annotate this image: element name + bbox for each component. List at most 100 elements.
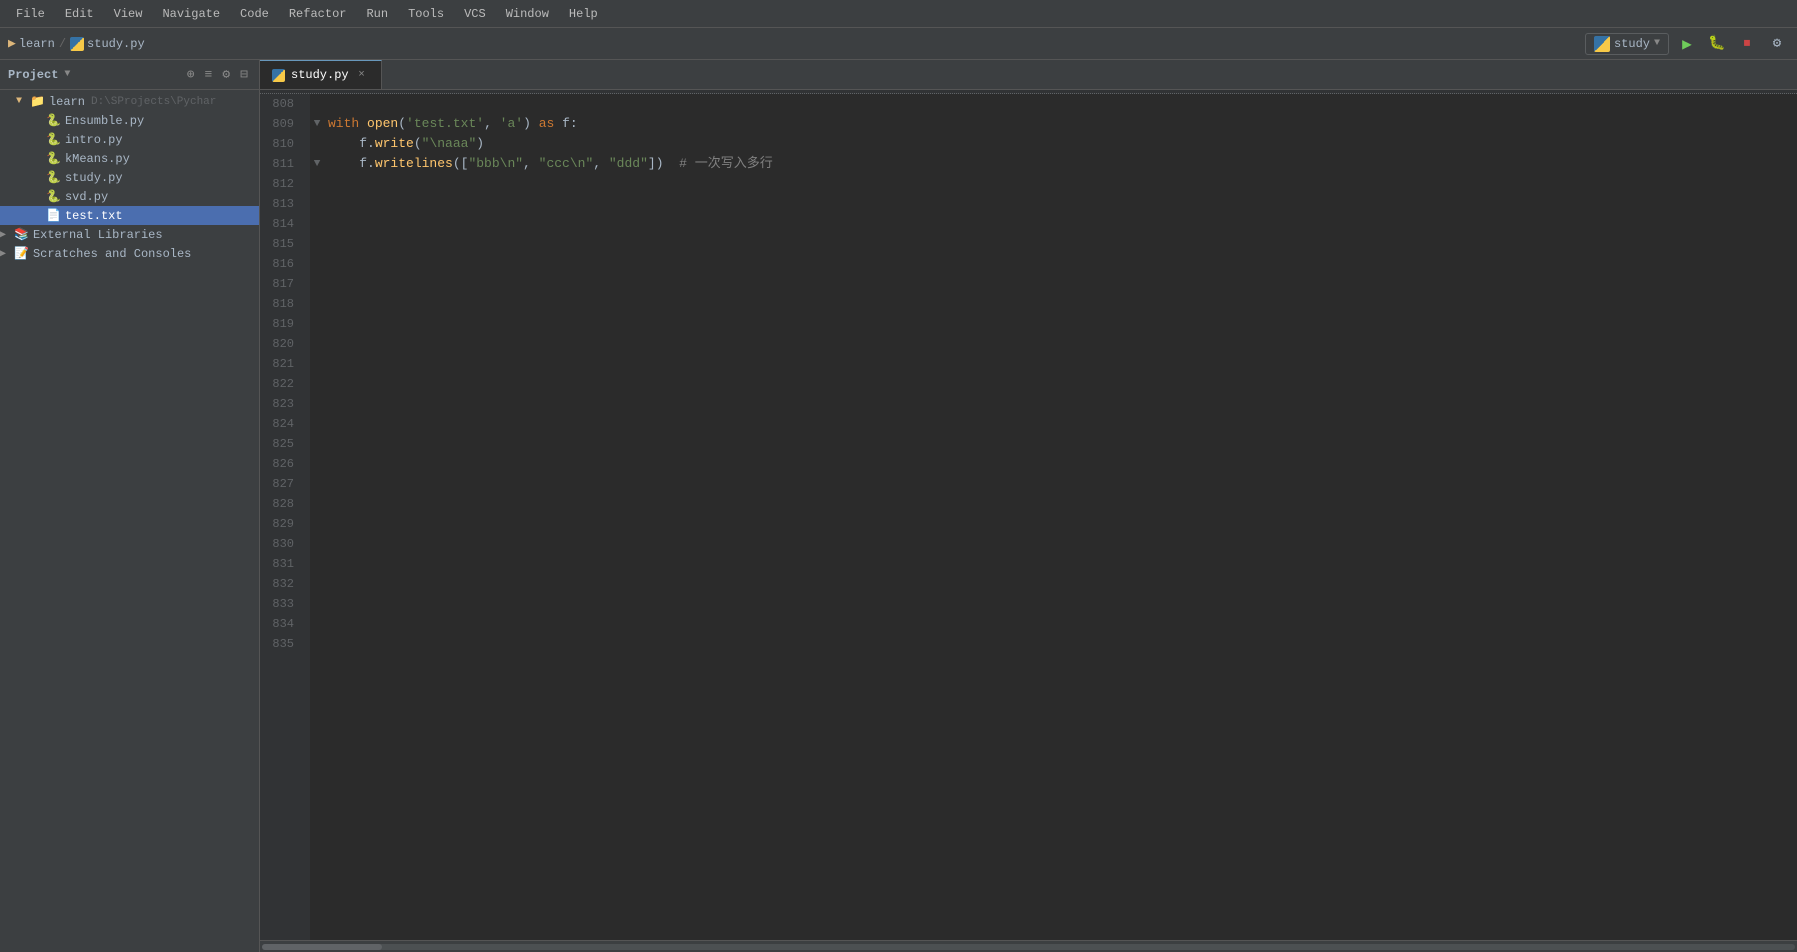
tree-arrow-learn: ▼ <box>16 96 30 107</box>
gutter-829: 829 <box>260 514 302 534</box>
fold-814 <box>310 214 324 234</box>
tree-item-intro[interactable]: 🐍 intro.py <box>0 130 259 149</box>
fold-825 <box>310 434 324 454</box>
tree-item-testtxt[interactable]: 📄 test.txt <box>0 206 259 225</box>
sidebar-title: Project <box>8 68 58 82</box>
python-file-icon: 🐍 <box>46 132 61 147</box>
code-line-808 <box>328 94 1797 114</box>
folder-icon-learn: 📁 <box>30 94 45 109</box>
tree-item-svd[interactable]: 🐍 svd.py <box>0 187 259 206</box>
gutter-816: 816 <box>260 254 302 274</box>
sidebar-header: Project ▼ ⊕ ≡ ⚙ ⊟ <box>0 60 259 90</box>
run-button[interactable]: ▶ <box>1675 32 1699 56</box>
scrollbar-thumb[interactable] <box>262 944 382 950</box>
run-config[interactable]: study ▼ <box>1585 33 1669 55</box>
debug-button[interactable]: 🐛 <box>1705 32 1729 56</box>
locate-file-icon[interactable]: ⊕ <box>184 66 198 83</box>
hide-panel-icon[interactable]: ⊟ <box>237 66 251 83</box>
gutter-832: 832 <box>260 574 302 594</box>
code-line-823 <box>328 394 1797 414</box>
code-line-832 <box>328 574 1797 594</box>
fold-811[interactable]: ▼ <box>310 154 324 174</box>
tree-label-svd: svd.py <box>65 190 108 204</box>
gutter-808: 808 <box>260 94 302 114</box>
gutter-825: 825 <box>260 434 302 454</box>
tree-label-intro: intro.py <box>65 133 123 147</box>
sidebar-dropdown-icon: ▼ <box>64 69 70 80</box>
gutter-815: 815 <box>260 234 302 254</box>
tree-item-ensumble[interactable]: 🐍 Ensumble.py <box>0 111 259 130</box>
code-line-829 <box>328 514 1797 534</box>
editor-area[interactable]: 808 809 810 811 812 813 814 815 816 817 … <box>260 94 1797 940</box>
toolbar-right: study ▼ ▶ 🐛 ⏹ ⚙ <box>1585 32 1789 56</box>
fold-821 <box>310 354 324 374</box>
menu-run[interactable]: Run <box>358 5 396 23</box>
gutter-821: 821 <box>260 354 302 374</box>
menu-help[interactable]: Help <box>561 5 606 23</box>
tree-path-learn: D:\SProjects\Pychar <box>91 96 216 108</box>
gutter-811: 811 <box>260 154 302 174</box>
tree-item-kmeans[interactable]: 🐍 kMeans.py <box>0 149 259 168</box>
menu-tools[interactable]: Tools <box>400 5 452 23</box>
code-line-813 <box>328 194 1797 214</box>
fold-822 <box>310 374 324 394</box>
tree-item-scratches[interactable]: ▶ 📝 Scratches and Consoles <box>0 244 259 263</box>
breadcrumb-file[interactable]: study.py <box>87 37 145 51</box>
gear-icon[interactable]: ⚙ <box>219 66 233 83</box>
code-line-833 <box>328 594 1797 614</box>
menu-view[interactable]: View <box>106 5 151 23</box>
tree-label-scratches: Scratches and Consoles <box>33 247 191 261</box>
scrollbar-track[interactable] <box>262 944 1795 950</box>
breadcrumb-project[interactable]: learn <box>19 37 55 51</box>
code-line-826 <box>328 454 1797 474</box>
fold-823 <box>310 394 324 414</box>
code-line-835 <box>328 634 1797 654</box>
code-editor[interactable]: with open('test.txt', 'a') as f: f.write… <box>324 94 1797 940</box>
code-line-815 <box>328 234 1797 254</box>
gutter-810: 810 <box>260 134 302 154</box>
gutter-823: 823 <box>260 394 302 414</box>
fold-820 <box>310 334 324 354</box>
stop-button[interactable]: ⏹ <box>1735 32 1759 56</box>
menu-vcs[interactable]: VCS <box>456 5 494 23</box>
gutter-827: 827 <box>260 474 302 494</box>
fold-gutter: ▼ ▼ <box>310 94 324 940</box>
code-line-818 <box>328 294 1797 314</box>
fold-826 <box>310 454 324 474</box>
fold-810 <box>310 134 324 154</box>
menu-file[interactable]: File <box>8 5 53 23</box>
tree-arrow-external: ▶ <box>0 229 14 241</box>
menu-code[interactable]: Code <box>232 5 277 23</box>
gutter-824: 824 <box>260 414 302 434</box>
gutter-830: 830 <box>260 534 302 554</box>
fold-815 <box>310 234 324 254</box>
menu-navigate[interactable]: Navigate <box>154 5 228 23</box>
tab-label: study.py <box>291 68 349 82</box>
menu-refactor[interactable]: Refactor <box>281 5 355 23</box>
scratches-icon: 📝 <box>14 246 29 261</box>
python-file-icon: 🐍 <box>46 170 61 185</box>
horizontal-scrollbar[interactable] <box>260 940 1797 952</box>
gutter-812: 812 <box>260 174 302 194</box>
gutter-819: 819 <box>260 314 302 334</box>
fold-832 <box>310 574 324 594</box>
breadcrumb: ▶ learn / study.py <box>8 36 145 51</box>
tab-close-button[interactable]: × <box>355 68 369 82</box>
tree-item-learn[interactable]: ▼ 📁 learn D:\SProjects\Pychar <box>0 92 259 111</box>
code-line-811: f.writelines(["bbb\n", "ccc\n", "ddd"]) … <box>328 154 1797 174</box>
fold-819 <box>310 314 324 334</box>
menubar: File Edit View Navigate Code Refactor Ru… <box>0 0 1797 28</box>
menu-edit[interactable]: Edit <box>57 5 102 23</box>
tab-bar: study.py × <box>260 60 1797 90</box>
fold-809[interactable]: ▼ <box>310 114 324 134</box>
tree-label-learn: learn <box>49 95 85 109</box>
tab-study[interactable]: study.py × <box>260 60 382 89</box>
tree-item-external[interactable]: ▶ 📚 External Libraries <box>0 225 259 244</box>
menu-window[interactable]: Window <box>498 5 557 23</box>
python-file-icon: 🐍 <box>46 151 61 166</box>
collapse-all-icon[interactable]: ≡ <box>202 66 216 83</box>
text-file-icon: 📄 <box>46 208 61 223</box>
tree-item-study[interactable]: 🐍 study.py <box>0 168 259 187</box>
folder-icon: ▶ <box>8 36 16 51</box>
settings-button[interactable]: ⚙ <box>1765 32 1789 56</box>
